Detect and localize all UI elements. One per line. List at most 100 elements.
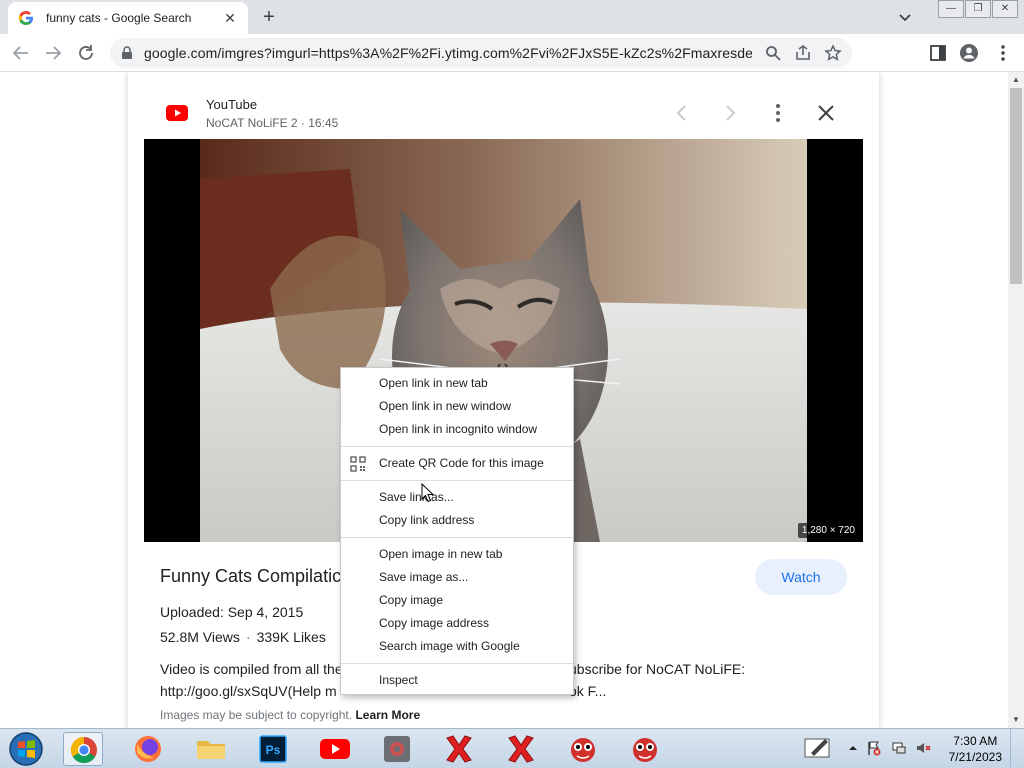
share-icon[interactable]	[794, 44, 812, 62]
firefox-icon	[135, 736, 161, 762]
tab-strip: funny cats - Google Search ✕ + — ❐ ✕	[0, 0, 1024, 34]
menu-search-image-google[interactable]: Search image with Google	[341, 635, 573, 658]
more-options-icon[interactable]	[767, 102, 789, 124]
tab-close-icon[interactable]: ✕	[222, 10, 238, 26]
restore-button[interactable]: ❐	[965, 0, 991, 18]
youtube-icon	[320, 739, 350, 759]
red-mascot-icon	[633, 738, 657, 762]
menu-inspect[interactable]: Inspect	[341, 669, 573, 692]
network-icon[interactable]	[891, 740, 907, 756]
red-x-icon	[446, 735, 472, 763]
menu-separator	[341, 537, 573, 538]
menu-open-link-new-window[interactable]: Open link in new window	[341, 395, 573, 418]
watch-button[interactable]: Watch	[755, 559, 847, 595]
kebab-menu-icon[interactable]	[993, 43, 1013, 63]
likes-count: 339K Likes	[256, 629, 326, 645]
show-hidden-icons-chevron-icon[interactable]	[845, 740, 861, 756]
menu-copy-image-address[interactable]: Copy image address	[341, 612, 573, 635]
taskbar-photoshop[interactable]: Ps	[253, 732, 293, 766]
menu-copy-link-address[interactable]: Copy link address	[341, 509, 573, 532]
learn-more-link[interactable]: Learn More	[355, 708, 420, 722]
svg-text:Ps: Ps	[266, 743, 281, 757]
taskbar-youtube[interactable]	[315, 732, 355, 766]
tab-funny-cats[interactable]: funny cats - Google Search ✕	[8, 2, 248, 34]
action-center-flag-icon[interactable]	[866, 740, 882, 756]
browser-toolbar: google.com/imgres?imgurl=https%3A%2F%2Fi…	[0, 34, 1024, 72]
red-x-icon	[508, 735, 534, 763]
menu-create-qr-code-label: Create QR Code for this image	[379, 456, 544, 470]
image-dimensions-badge: 1,280 × 720	[797, 523, 859, 538]
description-line-2-tail: ok F...	[569, 683, 607, 699]
description-line-1-tail: ubscribe for NoCAT NoLiFE:	[569, 661, 746, 677]
folder-icon	[197, 741, 225, 759]
chrome-icon	[70, 736, 97, 764]
new-tab-icon[interactable]: +	[258, 7, 280, 29]
menu-copy-image[interactable]: Copy image	[341, 589, 573, 612]
video-stats: 52.8M Views · 339K Likes	[160, 629, 326, 645]
context-menu: Open link in new tab Open link in new wi…	[340, 367, 574, 695]
qr-code-icon	[350, 456, 366, 472]
scroll-down-arrow-icon[interactable]: ▼	[1008, 712, 1024, 728]
mouse-pointer-icon	[421, 483, 435, 503]
minimize-button[interactable]: —	[938, 0, 964, 18]
next-chevron-icon[interactable]	[719, 102, 741, 124]
menu-separator	[341, 446, 573, 447]
window-close-button[interactable]: ✕	[992, 0, 1018, 18]
close-preview-icon[interactable]	[815, 102, 837, 124]
show-desktop-button[interactable]	[1010, 729, 1024, 768]
copyright-text: Images may be subject to copyright.	[160, 708, 353, 722]
scrollbar-thumb[interactable]	[1010, 88, 1022, 284]
windows-taskbar: Ps 7:30 AM 7/21/2023	[0, 728, 1024, 768]
previous-chevron-icon[interactable]	[671, 102, 693, 124]
video-title[interactable]: Funny Cats Compilatic	[160, 566, 341, 587]
copyright-notice: Images may be subject to copyright. Lear…	[160, 708, 420, 722]
menu-open-link-incognito[interactable]: Open link in incognito window	[341, 418, 573, 441]
address-bar[interactable]: google.com/imgres?imgurl=https%3A%2F%2Fi…	[110, 38, 852, 68]
upload-date: Uploaded: Sep 4, 2015	[160, 604, 304, 620]
profile-avatar-icon[interactable]	[959, 43, 979, 63]
source-meta: NoCAT NoLiFE 2 · 16:45	[206, 116, 339, 130]
taskbar-red-x-app-1[interactable]	[439, 732, 479, 766]
taskbar-red-x-app-2[interactable]	[501, 732, 541, 766]
menu-separator	[341, 480, 573, 481]
menu-save-image-as[interactable]: Save image as...	[341, 566, 573, 589]
volume-muted-icon[interactable]	[915, 740, 931, 756]
search-icon[interactable]	[764, 44, 782, 62]
lock-icon[interactable]	[120, 46, 134, 60]
taskbar-chrome[interactable]	[63, 732, 103, 766]
taskbar-mascot-app-2[interactable]	[625, 732, 665, 766]
page-scrollbar[interactable]: ▲ ▼	[1008, 72, 1024, 728]
menu-separator	[341, 663, 573, 664]
views-count: 52.8M Views	[160, 629, 240, 645]
reload-icon[interactable]	[75, 42, 97, 64]
menu-save-link-as[interactable]: Save link as...	[341, 486, 573, 509]
windows-start-icon[interactable]	[4, 731, 48, 767]
source-name[interactable]: YouTube	[206, 97, 257, 112]
scroll-up-arrow-icon[interactable]: ▲	[1008, 72, 1024, 88]
photoshop-icon: Ps	[259, 735, 287, 763]
window-controls: — ❐ ✕	[937, 0, 1018, 18]
stats-separator: ·	[245, 629, 251, 645]
menu-open-image-new-tab[interactable]: Open image in new tab	[341, 543, 573, 566]
taskbar-firefox[interactable]	[128, 732, 168, 766]
taskbar-file-explorer[interactable]	[191, 732, 231, 766]
forward-arrow-icon[interactable]	[42, 42, 64, 64]
back-arrow-icon[interactable]	[10, 42, 32, 64]
taskbar-app-gear[interactable]	[377, 732, 417, 766]
taskbar-mascot-app-1[interactable]	[563, 732, 603, 766]
clock-time: 7:30 AM	[953, 734, 998, 748]
clock-date: 7/21/2023	[948, 750, 1002, 764]
tab-search-chevron-icon[interactable]	[896, 8, 914, 26]
youtube-logo-icon	[166, 105, 188, 121]
pen-input-icon[interactable]	[803, 735, 833, 761]
red-mascot-icon	[571, 738, 595, 762]
menu-create-qr-code[interactable]: Create QR Code for this image	[341, 452, 573, 475]
bookmark-star-icon[interactable]	[824, 44, 842, 62]
url-text[interactable]: google.com/imgres?imgurl=https%3A%2F%2Fi…	[144, 45, 752, 61]
tab-title: funny cats - Google Search	[46, 11, 192, 25]
google-g-icon	[18, 11, 33, 25]
menu-open-link-new-tab[interactable]: Open link in new tab	[341, 372, 573, 395]
side-panel-icon[interactable]	[928, 43, 948, 63]
system-clock[interactable]: 7:30 AM 7/21/2023	[949, 733, 1002, 765]
app-gear-icon	[384, 736, 410, 762]
